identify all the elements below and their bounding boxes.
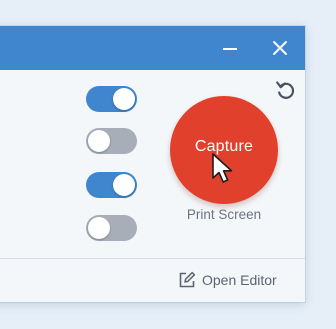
footer-divider bbox=[0, 258, 305, 259]
toggle-knob bbox=[113, 174, 135, 196]
title-bar[interactable] bbox=[0, 26, 305, 70]
mouse-cursor-icon bbox=[212, 153, 233, 183]
toggle-knob bbox=[88, 217, 110, 239]
toggle-knob bbox=[113, 88, 135, 110]
toggle-switch-3[interactable] bbox=[86, 172, 137, 198]
toggle-switch-1[interactable] bbox=[86, 86, 137, 112]
capture-shortcut-label: Print Screen bbox=[186, 207, 262, 222]
toggle-switch-2[interactable] bbox=[86, 128, 137, 154]
capture-window: Capture Print Screen Open Editor bbox=[0, 26, 305, 302]
close-icon bbox=[273, 41, 287, 55]
minimize-icon bbox=[223, 48, 237, 50]
capture-button[interactable]: Capture bbox=[170, 96, 278, 204]
toggle-switch-4[interactable] bbox=[86, 215, 137, 241]
refresh-button[interactable] bbox=[274, 78, 298, 102]
close-button[interactable] bbox=[268, 36, 292, 60]
refresh-icon bbox=[276, 81, 295, 99]
open-editor-button[interactable]: Open Editor bbox=[178, 270, 277, 290]
desktop-background: Capture Print Screen Open Editor bbox=[0, 0, 336, 329]
edit-icon bbox=[179, 271, 196, 288]
minimize-button[interactable] bbox=[218, 36, 242, 60]
toggle-knob bbox=[88, 130, 110, 152]
open-editor-label: Open Editor bbox=[202, 272, 277, 288]
